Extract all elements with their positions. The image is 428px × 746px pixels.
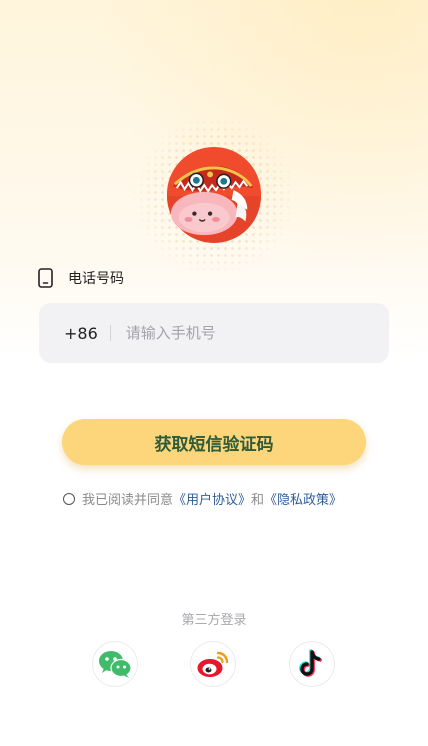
- country-code-selector[interactable]: +86: [64, 324, 98, 343]
- input-divider: [109, 325, 111, 341]
- get-sms-code-button[interactable]: 获取短信验证码: [62, 419, 366, 465]
- agreement-conjunction: 和: [251, 493, 265, 508]
- lion-dance-avatar: [166, 146, 262, 243]
- phone-label: 电话号码: [68, 271, 124, 287]
- wechat-login-button[interactable]: [92, 641, 138, 687]
- mobile-phone-icon: [38, 268, 53, 288]
- phone-number-input[interactable]: [125, 324, 346, 342]
- weibo-icon: [197, 651, 229, 677]
- agreement-checkbox[interactable]: [63, 492, 75, 505]
- weibo-login-button[interactable]: [190, 641, 236, 687]
- third-party-login-label: 第三方登录: [181, 613, 247, 628]
- douyin-icon: [299, 649, 322, 677]
- wechat-icon: [99, 651, 132, 678]
- agreement-row: 我已阅读并同意 《用户协议》 和 《隐私政策》: [63, 489, 342, 508]
- phone-input-box[interactable]: +86: [39, 303, 389, 363]
- agreement-prefix: 我已阅读并同意: [82, 493, 174, 508]
- user-agreement-link[interactable]: 《用户协议》: [173, 489, 251, 508]
- phone-label-row: 电话号码: [38, 268, 124, 288]
- douyin-login-button[interactable]: [289, 641, 335, 687]
- privacy-policy-link[interactable]: 《隐私政策》: [264, 489, 342, 508]
